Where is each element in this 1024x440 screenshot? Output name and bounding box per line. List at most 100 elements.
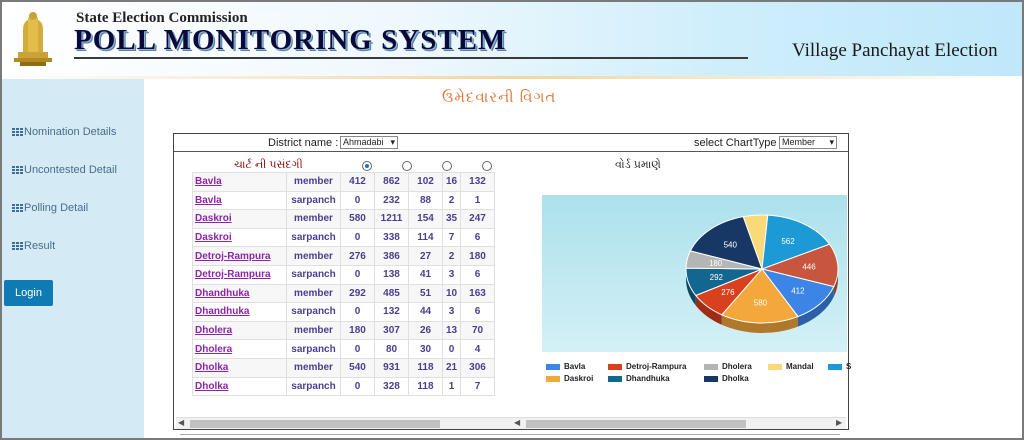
state-emblem-icon bbox=[14, 12, 52, 66]
legend-item: S bbox=[828, 362, 851, 371]
value-cell: 232 bbox=[374, 190, 409, 211]
table-row: Detroj-Rampura member 276 386 27 2 180 bbox=[192, 246, 495, 266]
table-row: Dholera sarpanch 0 80 30 0 4 bbox=[192, 339, 495, 359]
value-cell: 118 bbox=[408, 357, 443, 378]
horizontal-scrollbar[interactable]: ◀ ◀ ▶ bbox=[176, 417, 846, 429]
grid-icon bbox=[12, 241, 23, 251]
login-button[interactable]: Login bbox=[4, 280, 53, 306]
legend-item: Dhandhuka bbox=[608, 374, 670, 383]
value-cell: 132 bbox=[374, 302, 409, 322]
scrollbar-thumb[interactable] bbox=[190, 420, 440, 428]
results-panel: District name : Ahmadabi select ChartTyp… bbox=[173, 133, 851, 430]
value-cell: 540 bbox=[340, 357, 375, 378]
value-cell: 13 bbox=[442, 320, 461, 341]
value-cell: 0 bbox=[340, 190, 375, 211]
block-link[interactable]: Dholera bbox=[192, 320, 287, 341]
sidebar-item-nomination-details[interactable]: Nomination Details bbox=[12, 126, 116, 138]
value-cell: 180 bbox=[340, 320, 375, 341]
value-cell: 80 bbox=[374, 339, 409, 359]
chart-radio-2[interactable] bbox=[402, 161, 412, 171]
block-link[interactable]: Dholka bbox=[192, 376, 287, 397]
legend-label: S bbox=[846, 362, 852, 371]
value-cell: 114 bbox=[408, 227, 443, 248]
block-link[interactable]: Detroj-Rampura bbox=[192, 264, 287, 285]
legend-label: Detroj-Rampura bbox=[626, 362, 687, 371]
value-cell: 30 bbox=[408, 339, 443, 359]
value-cell: 580 bbox=[340, 209, 375, 229]
value-cell: 328 bbox=[374, 376, 409, 397]
pie-chart: 562 446 412 580 276 292 180 540 bbox=[685, 214, 839, 333]
sidebar: Nomination Details Uncontested Detail Po… bbox=[2, 79, 144, 438]
charttype-select[interactable]: Member bbox=[779, 136, 837, 149]
district-select[interactable]: Ahmadabi bbox=[340, 136, 398, 149]
candidate-type: sarpanch bbox=[286, 190, 341, 211]
legend-label: Bavla bbox=[564, 362, 586, 371]
value-cell: 247 bbox=[460, 209, 495, 229]
pie-slice-label: 580 bbox=[754, 298, 768, 307]
chart-radio-4[interactable] bbox=[482, 161, 492, 171]
value-cell: 0 bbox=[340, 227, 375, 248]
legend-label: Mandal bbox=[786, 362, 814, 371]
candidate-type: sarpanch bbox=[286, 339, 341, 359]
table-row: Daskroi sarpanch 0 338 114 7 6 bbox=[192, 227, 495, 248]
block-link[interactable]: Dholera bbox=[192, 339, 287, 359]
sidebar-item-polling-detail[interactable]: Polling Detail bbox=[12, 202, 88, 214]
value-cell: 2 bbox=[442, 190, 461, 211]
value-cell: 7 bbox=[460, 376, 495, 397]
chart-radio-3[interactable] bbox=[442, 161, 452, 171]
candidate-type: member bbox=[286, 357, 341, 378]
table-row: Dhandhuka sarpanch 0 132 44 3 6 bbox=[192, 302, 495, 322]
results-table: Bavla member 412 862 102 16 132 Bavla sarpanch 0 2… bbox=[192, 172, 495, 397]
sidebar-item-label: Uncontested Detail bbox=[24, 164, 117, 176]
block-link[interactable]: Dhandhuka bbox=[192, 302, 287, 322]
legend-swatch bbox=[768, 363, 782, 370]
chart-radio-1[interactable] bbox=[362, 161, 372, 171]
value-cell: 154 bbox=[408, 209, 443, 229]
value-cell: 931 bbox=[374, 357, 409, 378]
scroll-left-icon[interactable]: ◀ bbox=[178, 418, 184, 427]
block-link[interactable]: Detroj-Rampura bbox=[192, 246, 287, 266]
grid-icon bbox=[12, 165, 23, 175]
table-row: Detroj-Rampura sarpanch 0 138 41 3 6 bbox=[192, 264, 495, 285]
header-divider bbox=[74, 57, 748, 59]
block-link[interactable]: Daskroi bbox=[192, 209, 287, 229]
value-cell: 4 bbox=[460, 339, 495, 359]
block-link[interactable]: Daskroi bbox=[192, 227, 287, 248]
system-title: POLL MONITORING SYSTEM bbox=[74, 24, 507, 56]
sidebar-item-uncontested-detail[interactable]: Uncontested Detail bbox=[12, 164, 117, 176]
divider bbox=[174, 151, 848, 152]
value-cell: 16 bbox=[442, 172, 461, 192]
chart-legend: Bavla Detroj-Rampura Dholera Mandal S Daskroi… bbox=[546, 362, 851, 388]
scroll-left-icon[interactable]: ◀ bbox=[514, 418, 520, 427]
legend-item: Dholera bbox=[704, 362, 752, 371]
block-link[interactable]: Bavla bbox=[192, 172, 287, 192]
app-window: State Election Commission POLL MONITORIN… bbox=[0, 0, 1024, 440]
table-row: Dholera member 180 307 26 13 70 bbox=[192, 320, 495, 341]
legend-swatch bbox=[546, 363, 560, 370]
legend-swatch bbox=[546, 375, 560, 382]
value-cell: 862 bbox=[374, 172, 409, 192]
legend-item: Dholka bbox=[704, 374, 749, 383]
value-cell: 88 bbox=[408, 190, 443, 211]
scrollbar-thumb[interactable] bbox=[526, 420, 746, 428]
grid-icon bbox=[12, 127, 23, 137]
candidate-type: member bbox=[286, 172, 341, 192]
sidebar-item-label: Polling Detail bbox=[24, 202, 89, 214]
candidate-type: sarpanch bbox=[286, 227, 341, 248]
value-cell: 41 bbox=[408, 264, 443, 285]
value-cell: 0 bbox=[442, 339, 461, 359]
block-link[interactable]: Dholka bbox=[192, 357, 287, 378]
value-cell: 0 bbox=[340, 339, 375, 359]
value-cell: 0 bbox=[340, 302, 375, 322]
value-cell: 386 bbox=[374, 246, 409, 266]
legend-item: Detroj-Rampura bbox=[608, 362, 686, 371]
block-link[interactable]: Bavla bbox=[192, 190, 287, 211]
sidebar-item-label: Nomination Details bbox=[24, 126, 117, 138]
table-row: Dholka member 540 931 118 21 306 bbox=[192, 357, 495, 378]
candidate-type: sarpanch bbox=[286, 264, 341, 285]
value-cell: 132 bbox=[460, 172, 495, 192]
block-link[interactable]: Dhandhuka bbox=[192, 283, 287, 304]
value-cell: 2 bbox=[442, 246, 461, 266]
sidebar-item-result[interactable]: Result bbox=[12, 240, 55, 252]
scroll-right-icon[interactable]: ▶ bbox=[836, 418, 842, 427]
